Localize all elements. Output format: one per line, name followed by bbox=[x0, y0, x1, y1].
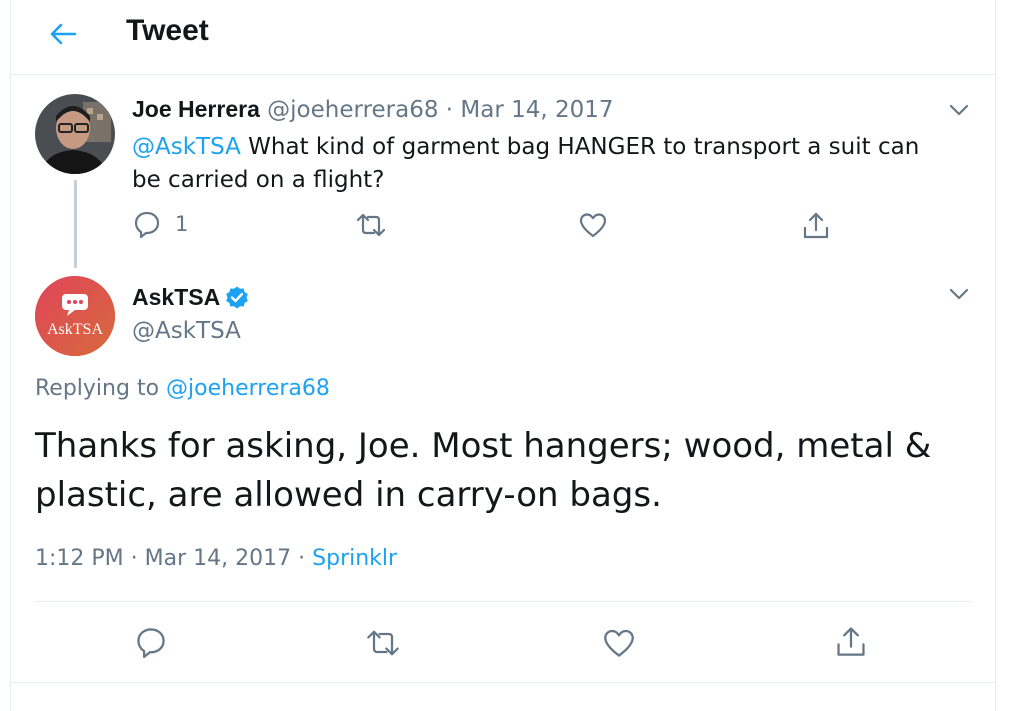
asktsa-logo-icon: AskTSA bbox=[35, 276, 115, 356]
tweet-time[interactable]: 1:12 PM bbox=[35, 546, 124, 571]
author-name[interactable]: Joe Herrera bbox=[132, 96, 260, 122]
retweet-icon bbox=[367, 630, 399, 656]
retweet-button[interactable] bbox=[355, 212, 387, 238]
page-title: Tweet bbox=[126, 14, 209, 47]
share-button[interactable] bbox=[835, 624, 867, 658]
replying-handle-link[interactable]: @joeherrera68 bbox=[166, 376, 330, 401]
tweet-source-link[interactable]: Sprinklr bbox=[312, 546, 397, 571]
separator: · bbox=[130, 546, 138, 571]
tweet-header: Joe Herrera @joeherrera68 · Mar 14, 2017 bbox=[132, 96, 614, 123]
avatar[interactable] bbox=[35, 94, 115, 174]
like-button[interactable] bbox=[603, 628, 635, 658]
author-handle[interactable]: @joeherrera68 bbox=[267, 97, 438, 123]
tweet-date[interactable]: Mar 14, 2017 bbox=[145, 546, 291, 571]
retweet-icon bbox=[356, 213, 386, 237]
author-handle[interactable]: @AskTSA bbox=[132, 318, 241, 344]
profile-photo-icon bbox=[35, 94, 115, 174]
divider bbox=[11, 682, 995, 683]
reply-icon bbox=[134, 211, 160, 238]
chevron-down-icon[interactable] bbox=[947, 100, 971, 120]
heart-icon bbox=[604, 629, 634, 657]
chevron-down-icon[interactable] bbox=[947, 284, 971, 304]
thread-connector-line bbox=[74, 180, 77, 268]
svg-text:AskTSA: AskTSA bbox=[47, 321, 103, 338]
tweet-header: AskTSA bbox=[132, 284, 250, 311]
back-button[interactable] bbox=[43, 16, 83, 52]
tweet-body: What kind of garment bag HANGER to trans… bbox=[132, 134, 920, 193]
tweet-meta: 1:12 PM · Mar 14, 2017 · Sprinklr bbox=[35, 546, 397, 571]
avatar[interactable]: AskTSA bbox=[35, 276, 115, 356]
divider bbox=[35, 601, 971, 602]
reply-icon bbox=[137, 628, 165, 658]
share-icon bbox=[803, 212, 829, 239]
author-name[interactable]: AskTSA bbox=[132, 284, 220, 311]
tweet-text: Thanks for asking, Joe. Most hangers; wo… bbox=[35, 426, 932, 515]
tweet-date[interactable]: Mar 14, 2017 bbox=[460, 97, 613, 123]
separator: · bbox=[298, 546, 306, 571]
heart-icon bbox=[579, 213, 607, 238]
separator: · bbox=[445, 97, 454, 123]
retweet-button[interactable] bbox=[365, 628, 401, 658]
replying-label: Replying to bbox=[35, 376, 167, 401]
reply-count: 1 bbox=[175, 212, 189, 236]
verified-badge-icon bbox=[226, 286, 249, 308]
reply-button[interactable]: 1 bbox=[133, 210, 188, 238]
like-button[interactable] bbox=[579, 212, 607, 238]
share-button[interactable] bbox=[802, 210, 830, 240]
tweet-page: Tweet Joe Herrera @joeherrera68 · Mar 14… bbox=[10, 0, 996, 711]
reply-button[interactable] bbox=[135, 626, 167, 658]
tweet-text: @AskTSA What kind of garment bag HANGER … bbox=[132, 131, 952, 197]
page-header: Tweet bbox=[11, 0, 995, 75]
mention-link[interactable]: @AskTSA bbox=[132, 134, 241, 160]
arrow-left-icon bbox=[50, 23, 77, 45]
replying-to: Replying to @joeherrera68 bbox=[35, 376, 330, 401]
share-icon bbox=[837, 627, 865, 656]
